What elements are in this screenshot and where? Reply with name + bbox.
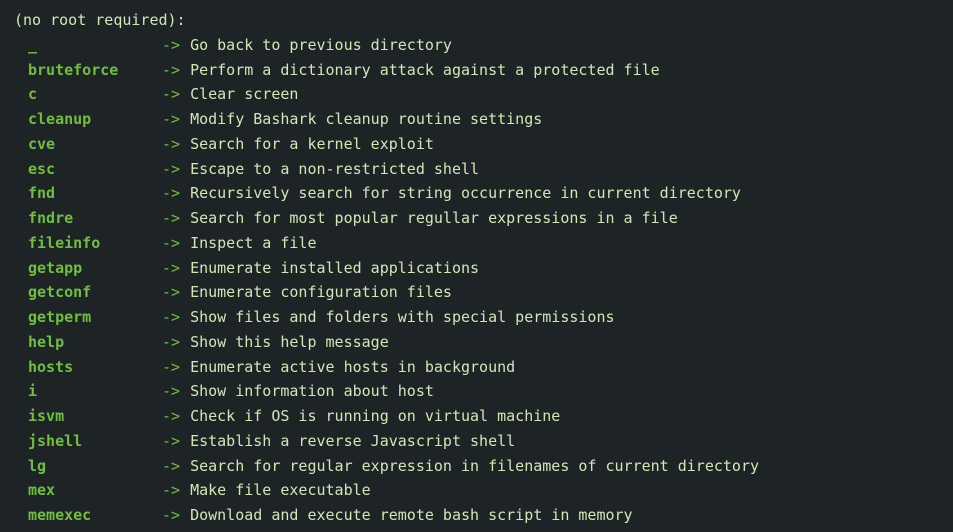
command-description: Clear screen [190, 82, 298, 107]
command-row: bruteforce-> Perform a dictionary attack … [14, 58, 939, 83]
arrow-icon: -> [162, 107, 180, 132]
arrow-icon: -> [162, 132, 180, 157]
command-name: getperm [14, 305, 162, 330]
command-row: c-> Clear screen [14, 82, 939, 107]
command-description: Perform a dictionary attack against a pr… [190, 58, 660, 83]
command-description: Enumerate active hosts in background [190, 355, 515, 380]
command-name: getapp [14, 256, 162, 281]
arrow-icon: -> [162, 256, 180, 281]
command-description: Search for a kernel exploit [190, 132, 434, 157]
command-name: cleanup [14, 107, 162, 132]
arrow-icon: -> [162, 280, 180, 305]
command-name: lg [14, 454, 162, 479]
command-description: Establish a reverse Javascript shell [190, 429, 515, 454]
command-description: Go back to previous directory [190, 33, 452, 58]
command-row: fndre-> Search for most popular regullar … [14, 206, 939, 231]
command-list: _->Go back to previous directorybrutefor… [14, 33, 939, 528]
arrow-icon: -> [162, 429, 180, 454]
command-description: Download and execute remote bash script … [190, 503, 633, 528]
command-row: cve-> Search for a kernel exploit [14, 132, 939, 157]
command-description: Recursively search for string occurrence… [190, 181, 741, 206]
arrow-icon: -> [162, 82, 180, 107]
arrow-icon: -> [162, 33, 180, 58]
command-row: _-> Go back to previous directory [14, 33, 939, 58]
command-description: Make file executable [190, 478, 371, 503]
command-name: help [14, 330, 162, 355]
arrow-icon: -> [162, 379, 180, 404]
command-row: getperm-> Show files and folders with spe… [14, 305, 939, 330]
arrow-icon: -> [162, 454, 180, 479]
command-name: cve [14, 132, 162, 157]
arrow-icon: -> [162, 58, 180, 83]
command-name: _ [14, 33, 162, 58]
command-name: mex [14, 478, 162, 503]
arrow-icon: -> [162, 330, 180, 355]
command-row: mex-> Make file executable [14, 478, 939, 503]
command-description: Show this help message [190, 330, 389, 355]
arrow-icon: -> [162, 503, 180, 528]
arrow-icon: -> [162, 206, 180, 231]
command-row: esc-> Escape to a non-restricted shell [14, 157, 939, 182]
command-description: Search for most popular regullar express… [190, 206, 678, 231]
command-name: fnd [14, 181, 162, 206]
command-row: help-> Show this help message [14, 330, 939, 355]
command-row: getconf-> Enumerate configuration files [14, 280, 939, 305]
command-description: Enumerate installed applications [190, 256, 479, 281]
command-description: Show information about host [190, 379, 434, 404]
command-name: fndre [14, 206, 162, 231]
command-row: isvm-> Check if OS is running on virtual … [14, 404, 939, 429]
command-row: jshell-> Establish a reverse Javascript s… [14, 429, 939, 454]
command-name: hosts [14, 355, 162, 380]
arrow-icon: -> [162, 305, 180, 330]
command-row: fileinfo-> Inspect a file [14, 231, 939, 256]
command-row: i-> Show information about host [14, 379, 939, 404]
command-description: Check if OS is running on virtual machin… [190, 404, 560, 429]
command-description: Enumerate configuration files [190, 280, 452, 305]
section-header: (no root required): [14, 8, 939, 33]
command-row: fnd-> Recursively search for string occur… [14, 181, 939, 206]
command-name: i [14, 379, 162, 404]
arrow-icon: -> [162, 404, 180, 429]
command-name: fileinfo [14, 231, 162, 256]
arrow-icon: -> [162, 478, 180, 503]
command-name: bruteforce [14, 58, 162, 83]
command-row: memexec-> Download and execute remote bas… [14, 503, 939, 528]
command-name: esc [14, 157, 162, 182]
command-row: hosts-> Enumerate active hosts in backgro… [14, 355, 939, 380]
command-name: getconf [14, 280, 162, 305]
command-description: Search for regular expression in filenam… [190, 454, 759, 479]
command-description: Modify Bashark cleanup routine settings [190, 107, 542, 132]
command-description: Inspect a file [190, 231, 316, 256]
arrow-icon: -> [162, 355, 180, 380]
command-name: memexec [14, 503, 162, 528]
command-row: cleanup-> Modify Bashark cleanup routine … [14, 107, 939, 132]
command-row: lg-> Search for regular expression in fil… [14, 454, 939, 479]
command-description: Show files and folders with special perm… [190, 305, 614, 330]
command-name: jshell [14, 429, 162, 454]
arrow-icon: -> [162, 231, 180, 256]
command-name: isvm [14, 404, 162, 429]
arrow-icon: -> [162, 181, 180, 206]
command-description: Escape to a non-restricted shell [190, 157, 479, 182]
command-row: getapp-> Enumerate installed applications [14, 256, 939, 281]
arrow-icon: -> [162, 157, 180, 182]
command-name: c [14, 82, 162, 107]
